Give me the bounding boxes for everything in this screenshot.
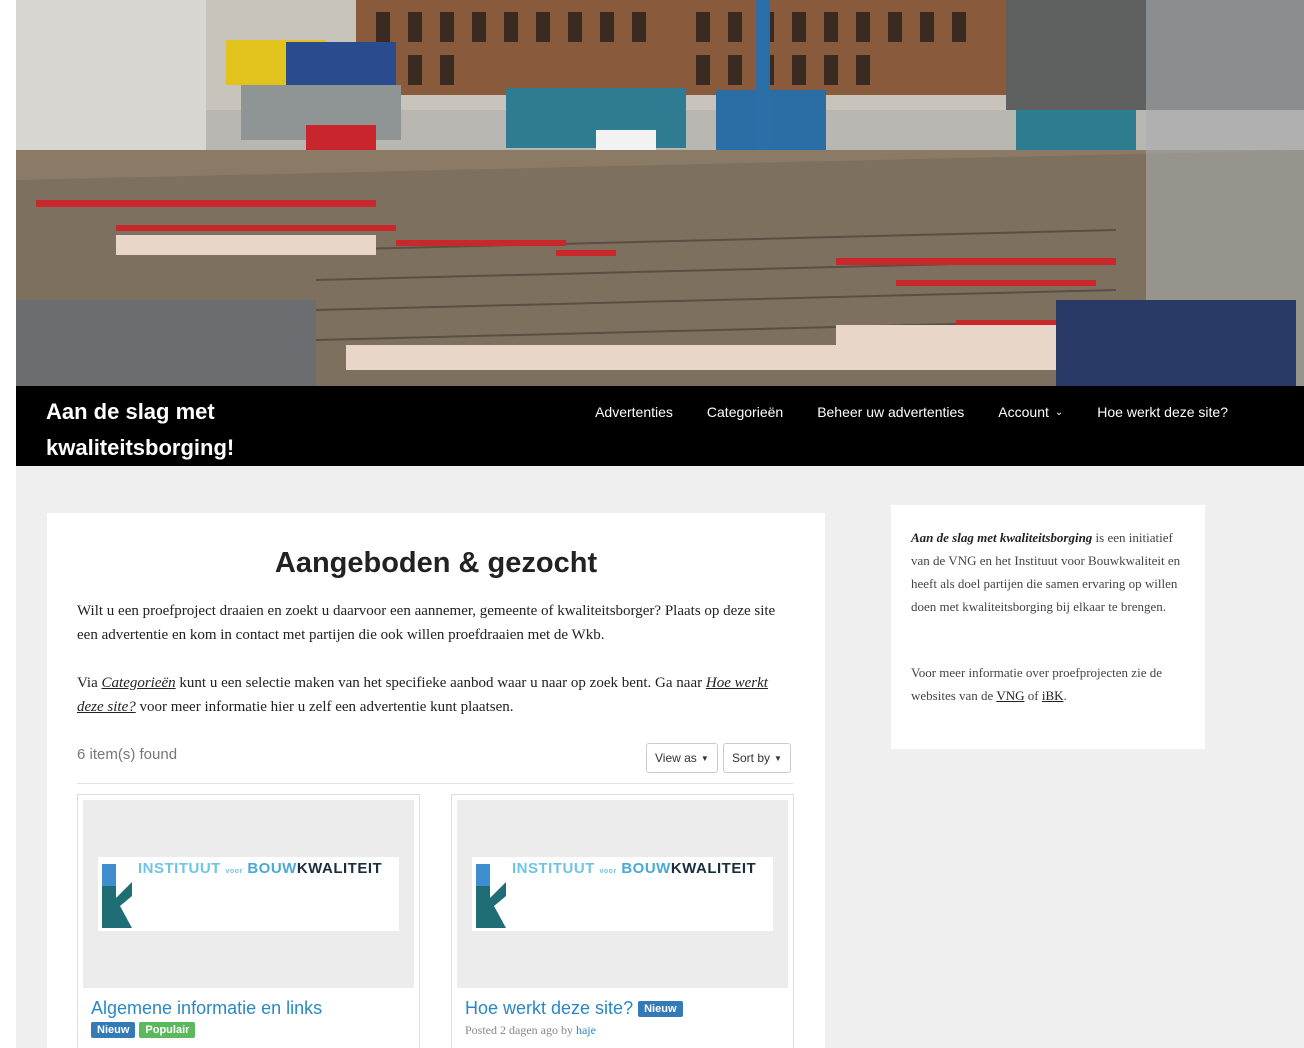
sidebar-intro: Aan de slag met kwaliteitsborging is een…	[911, 526, 1189, 618]
listing-title[interactable]: Hoe werkt deze site?	[465, 998, 633, 1018]
via-middle: kunt u een selectie maken van het specif…	[175, 675, 706, 691]
main-nav: Advertenties Categorieën Beheer uw adver…	[595, 404, 1228, 420]
badge-popular: Populair	[139, 1022, 196, 1038]
link-vng[interactable]: VNG	[996, 688, 1024, 703]
sidebar-more-info: Voor meer informatie over proefprojecten…	[911, 661, 1189, 707]
listing-thumbnail[interactable]: INSTITUUT voor BOUWKWALITEIT	[457, 800, 788, 988]
caret-down-icon: ▼	[700, 753, 709, 763]
sidebar-more-mid: of	[1024, 688, 1042, 703]
listing-title[interactable]: Algemene informatie en links	[91, 998, 322, 1019]
chevron-down-icon: ⌄	[1054, 406, 1064, 418]
sidebar-more-suffix: .	[1063, 688, 1067, 703]
ibk-logo: INSTITUUT voor BOUWKWALITEIT	[472, 857, 773, 931]
listing-badges: Nieuw Populair	[91, 1022, 196, 1038]
nav-advertenties[interactable]: Advertenties	[595, 404, 673, 420]
divider	[77, 783, 793, 784]
ibk-logo-text: INSTITUUT voor BOUWKWALITEIT	[138, 860, 383, 877]
nav-account-label: Account	[998, 404, 1049, 420]
sort-by-button[interactable]: Sort by ▼	[723, 743, 791, 773]
ibk-logo-icon	[102, 864, 132, 928]
site-header: Aan de slag met kwaliteitsborging! Adver…	[16, 386, 1304, 466]
listing-title-row: Hoe werkt deze site? Nieuw	[465, 998, 683, 1019]
listing-posted: Posted 2 dagen ago by haje	[465, 1023, 596, 1038]
sidebar-widget: Aan de slag met kwaliteitsborging is een…	[891, 505, 1205, 749]
link-categorieen[interactable]: Categorieën	[102, 675, 176, 691]
intro-paragraph: Wilt u een proefproject draaien en zoekt…	[77, 603, 776, 643]
view-as-button[interactable]: View as ▼	[646, 743, 718, 773]
nav-beheer-advertenties[interactable]: Beheer uw advertenties	[817, 404, 964, 420]
nav-account[interactable]: Account ⌄	[998, 404, 1063, 420]
listing-card[interactable]: INSTITUUT voor BOUWKWALITEIT Algemene in…	[77, 794, 420, 1048]
ibk-logo-text: INSTITUUT voor BOUWKWALITEIT	[512, 860, 757, 877]
via-prefix: Via	[77, 675, 102, 691]
link-ibk[interactable]: iBK	[1042, 688, 1064, 703]
posted-text: Posted 2 dagen ago by	[465, 1023, 576, 1037]
badge-new: Nieuw	[91, 1022, 136, 1038]
listing-card[interactable]: INSTITUUT voor BOUWKWALITEIT Hoe werkt d…	[451, 794, 794, 1048]
results-count: 6 item(s) found	[77, 746, 178, 763]
listing-thumbnail[interactable]: INSTITUUT voor BOUWKWALITEIT	[83, 800, 414, 988]
nav-categorieen[interactable]: Categorieën	[707, 404, 783, 420]
sort-by-label: Sort by	[732, 751, 771, 765]
via-paragraph: Via Categorieën kunt u een selectie make…	[77, 671, 797, 719]
badge-new: Nieuw	[638, 1001, 683, 1018]
hero-image	[16, 0, 1304, 386]
main-content-card: Aangeboden & gezocht Wilt u een proefpro…	[47, 513, 825, 1048]
caret-down-icon: ▼	[774, 753, 782, 763]
nav-hoe-werkt[interactable]: Hoe werkt deze site?	[1097, 404, 1228, 420]
via-suffix: voor meer informatie hier u zelf een adv…	[135, 699, 514, 715]
sidebar-bold: Aan de slag met kwaliteitsborging	[911, 530, 1093, 545]
page-title: Aangeboden & gezocht	[274, 547, 598, 579]
site-title[interactable]: Aan de slag met kwaliteitsborging!	[46, 394, 306, 466]
ibk-logo: INSTITUUT voor BOUWKWALITEIT	[98, 857, 399, 931]
author-link[interactable]: haje	[576, 1023, 596, 1037]
ibk-logo-icon	[476, 864, 506, 928]
view-as-label: View as	[655, 751, 697, 765]
